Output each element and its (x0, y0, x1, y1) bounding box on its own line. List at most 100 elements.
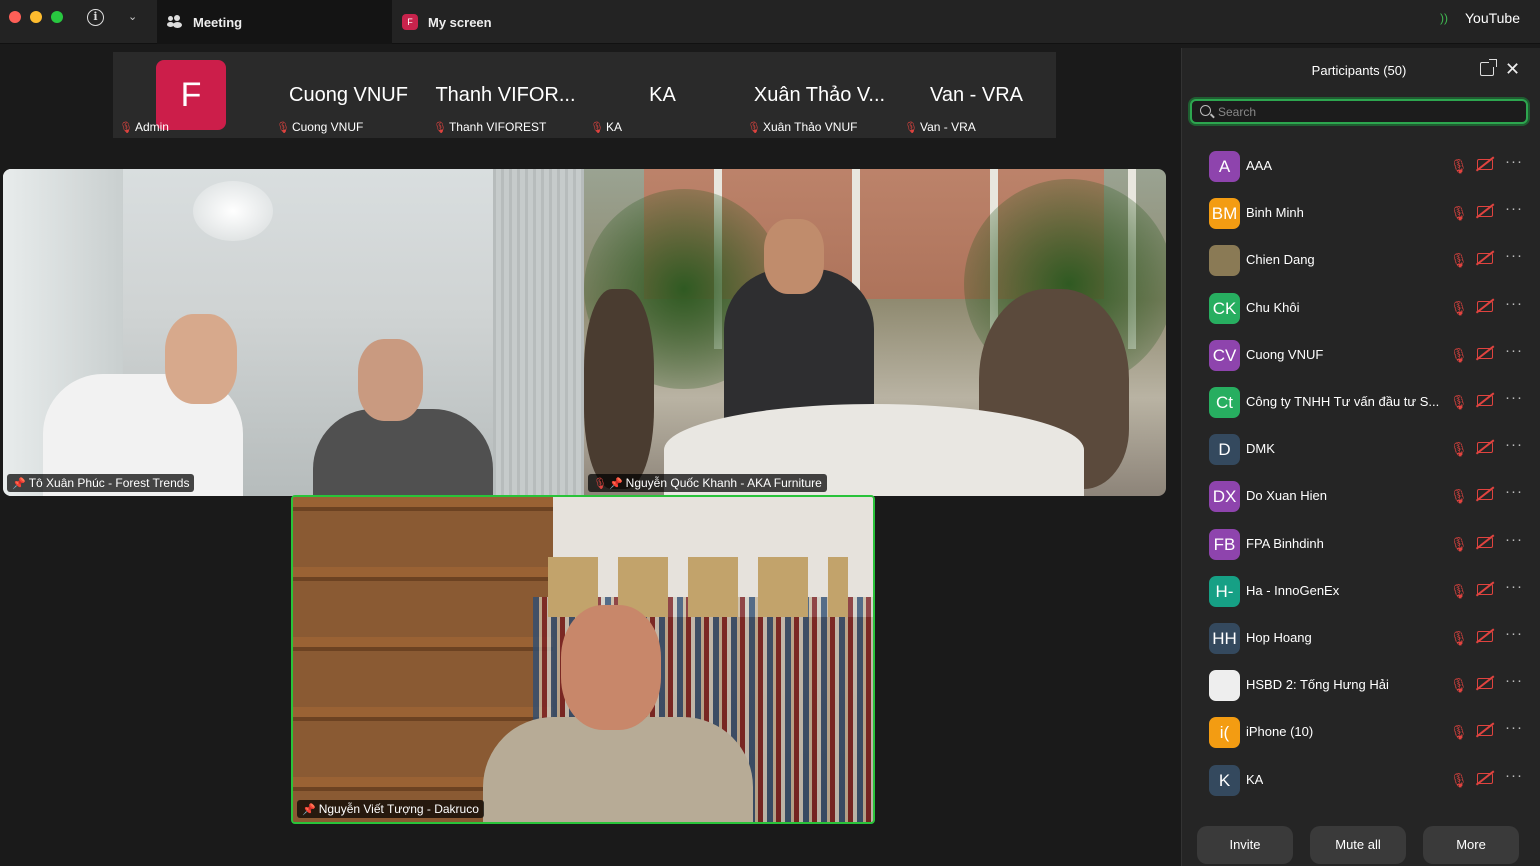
camera-off-icon[interactable] (1477, 489, 1493, 501)
mic-muted-icon[interactable]: 🎙 (1450, 300, 1468, 317)
more-options-icon[interactable]: ··· (1505, 342, 1523, 359)
participant-search (1190, 99, 1528, 124)
more-options-icon[interactable]: ··· (1505, 436, 1523, 453)
popout-icon[interactable] (1480, 59, 1497, 76)
more-options-icon[interactable]: ··· (1505, 153, 1523, 170)
title-bar: i ⌄ Meeting F My screen )) YouTube (0, 0, 1540, 44)
mic-muted-icon[interactable]: 🎙 (1450, 158, 1468, 175)
more-options-icon[interactable]: ··· (1505, 578, 1523, 595)
window-blinds (493, 169, 584, 496)
mic-muted-icon[interactable]: 🎙 (1450, 583, 1468, 600)
participant-row[interactable]: A AAA 🎙 ··· (1182, 144, 1540, 191)
camera-off-icon[interactable] (1477, 631, 1493, 642)
participant-row[interactable]: CK Chu Khôi 🎙 ··· (1182, 286, 1540, 333)
close-window-button[interactable] (9, 11, 21, 23)
more-options-icon[interactable]: ··· (1505, 247, 1523, 264)
participant-row[interactable]: Ct Công ty TNHH Tư vấn đầu tư S... 🎙 ··· (1182, 380, 1540, 427)
mic-muted-icon[interactable]: 🎙 (1450, 252, 1468, 269)
participant-row[interactable]: D DMK 🎙 ··· (1182, 427, 1540, 474)
participant-row[interactable]: i(iPhone (10) 🎙 ··· (1182, 710, 1540, 757)
participant-row[interactable]: DX Do Xuan Hien 🎙 ··· (1182, 474, 1540, 521)
participant-name: iPhone (10) (1246, 724, 1314, 740)
mic-muted-icon[interactable]: 🎙 (1450, 488, 1468, 505)
person-head (165, 314, 237, 404)
more-options-icon[interactable]: ··· (1505, 625, 1523, 642)
participant-name: Công ty TNHH Tư vấn đầu tư S... (1246, 394, 1440, 409)
mic-muted-icon[interactable]: 🎙 (1450, 536, 1468, 553)
video-tile[interactable]: 📌 Tô Xuân Phúc - Forest Trends (3, 169, 584, 496)
mic-muted-icon[interactable]: 🎙 (1450, 724, 1468, 741)
minimize-window-button[interactable] (30, 11, 42, 23)
tile-name-label: 📌 Nguyễn Viết Tượng - Dakruco (297, 800, 484, 818)
filmstrip-thumb[interactable]: Van - VRA 🎙 Van - VRA (898, 52, 1055, 138)
more-options-icon[interactable]: ··· (1505, 483, 1523, 500)
camera-off-icon[interactable] (1477, 772, 1493, 784)
mic-muted-icon: 🎙 (904, 121, 918, 134)
mute-all-button[interactable]: Mute all (1310, 826, 1406, 864)
participant-row[interactable]: BM Binh Minh 🎙 ··· (1182, 191, 1540, 238)
more-options-icon[interactable]: ··· (1505, 672, 1523, 689)
participant-row[interactable]: H- Ha - InnoGenEx 🎙 ··· (1182, 569, 1540, 616)
chevron-down-icon[interactable]: ⌄ (128, 10, 137, 23)
participant-row[interactable]: FB FPA Binhdinh 🎙 ··· (1182, 522, 1540, 569)
mic-muted-icon[interactable]: 🎙 (1450, 441, 1468, 458)
person-head (764, 219, 824, 294)
filmstrip-thumb[interactable]: Xuân Thảo V... 🎙 Xuân Thảo VNUF (741, 52, 898, 138)
avatar: FB (1209, 528, 1240, 560)
camera-off-icon[interactable] (1477, 253, 1493, 265)
camera-off-icon[interactable] (1477, 395, 1493, 406)
mic-muted-icon[interactable]: 🎙 (1450, 677, 1468, 694)
camera-off-icon[interactable] (1477, 300, 1493, 312)
more-options-icon[interactable]: ··· (1505, 719, 1523, 736)
camera-off-icon[interactable] (1477, 206, 1493, 218)
tab-meeting[interactable]: Meeting (157, 0, 392, 44)
video-tile[interactable]: 🎙 📌 Nguyễn Quốc Khanh - AKA Furniture (584, 169, 1166, 496)
more-options-icon[interactable]: ··· (1505, 389, 1523, 406)
participant-row[interactable]: Chien Dang 🎙 ··· (1182, 238, 1540, 285)
filmstrip-thumb[interactable]: Cuong VNUF 🎙 Cuong VNUF (270, 52, 427, 138)
mic-muted-icon[interactable]: 🎙 (1450, 772, 1468, 789)
info-icon[interactable]: i (87, 9, 104, 26)
fullscreen-window-button[interactable] (51, 11, 63, 23)
more-options-icon[interactable]: ··· (1505, 531, 1523, 548)
camera-off-icon[interactable] (1477, 442, 1493, 454)
close-icon[interactable]: ✕ (1505, 59, 1520, 80)
more-options-icon[interactable]: ··· (1505, 295, 1523, 312)
more-button[interactable]: More (1423, 826, 1519, 864)
mic-muted-icon[interactable]: 🎙 (1450, 347, 1468, 364)
participant-row[interactable]: HH Hop Hoang 🎙 ··· (1182, 616, 1540, 663)
tab-my-screen[interactable]: F My screen (392, 0, 692, 44)
video-tile-active-speaker[interactable]: 📌 Nguyễn Viết Tượng - Dakruco (291, 495, 875, 824)
more-options-icon[interactable]: ··· (1505, 200, 1523, 217)
mic-muted-icon[interactable]: 🎙 (1450, 205, 1468, 222)
filmstrip-thumb[interactable]: Thanh VIFOR... 🎙 Thanh VIFOREST (427, 52, 584, 138)
camera-off-icon[interactable] (1477, 159, 1493, 170)
panel-footer: Invite Mute all More (1182, 802, 1540, 866)
participant-row[interactable]: K KA 🎙 ··· (1182, 758, 1540, 805)
participant-row[interactable]: HSBD 2: Tống Hưng Hải 🎙 ··· (1182, 663, 1540, 710)
mic-muted-icon: 🎙 (119, 121, 133, 134)
tile-name-label: 📌 Tô Xuân Phúc - Forest Trends (7, 474, 195, 492)
pin-icon: 📌 (302, 803, 316, 816)
participant-name: Chu Khôi (1246, 299, 1300, 315)
camera-off-icon[interactable] (1477, 583, 1493, 595)
tile-name: Tô Xuân Phúc - Forest Trends (28, 476, 190, 490)
participant-row[interactable]: CV Cuong VNUF 🎙 ··· (1182, 333, 1540, 380)
more-options-icon[interactable]: ··· (1505, 767, 1523, 784)
pin-icon: 📌 (12, 477, 26, 490)
youtube-label: YouTube (1464, 10, 1520, 26)
tile-name-label: 🎙 📌 Nguyễn Quốc Khanh - AKA Furniture (588, 474, 827, 492)
invite-button[interactable]: Invite (1197, 826, 1293, 864)
camera-off-icon[interactable] (1477, 536, 1493, 548)
camera-off-icon[interactable] (1477, 725, 1493, 737)
camera-off-icon[interactable] (1477, 347, 1493, 359)
thumb-big-name: KA (649, 84, 676, 106)
search-input[interactable] (1218, 103, 1518, 121)
youtube-live-indicator[interactable]: )) YouTube (1440, 10, 1520, 26)
camera-off-icon[interactable] (1477, 678, 1493, 690)
mic-muted-icon[interactable]: 🎙 (1450, 394, 1468, 411)
filmstrip-thumb[interactable]: F 🎙 Admin (113, 52, 270, 138)
filmstrip-thumb[interactable]: KA 🎙 KA (584, 52, 741, 138)
mic-muted-icon[interactable]: 🎙 (1450, 630, 1468, 647)
avatar: D (1209, 434, 1240, 466)
